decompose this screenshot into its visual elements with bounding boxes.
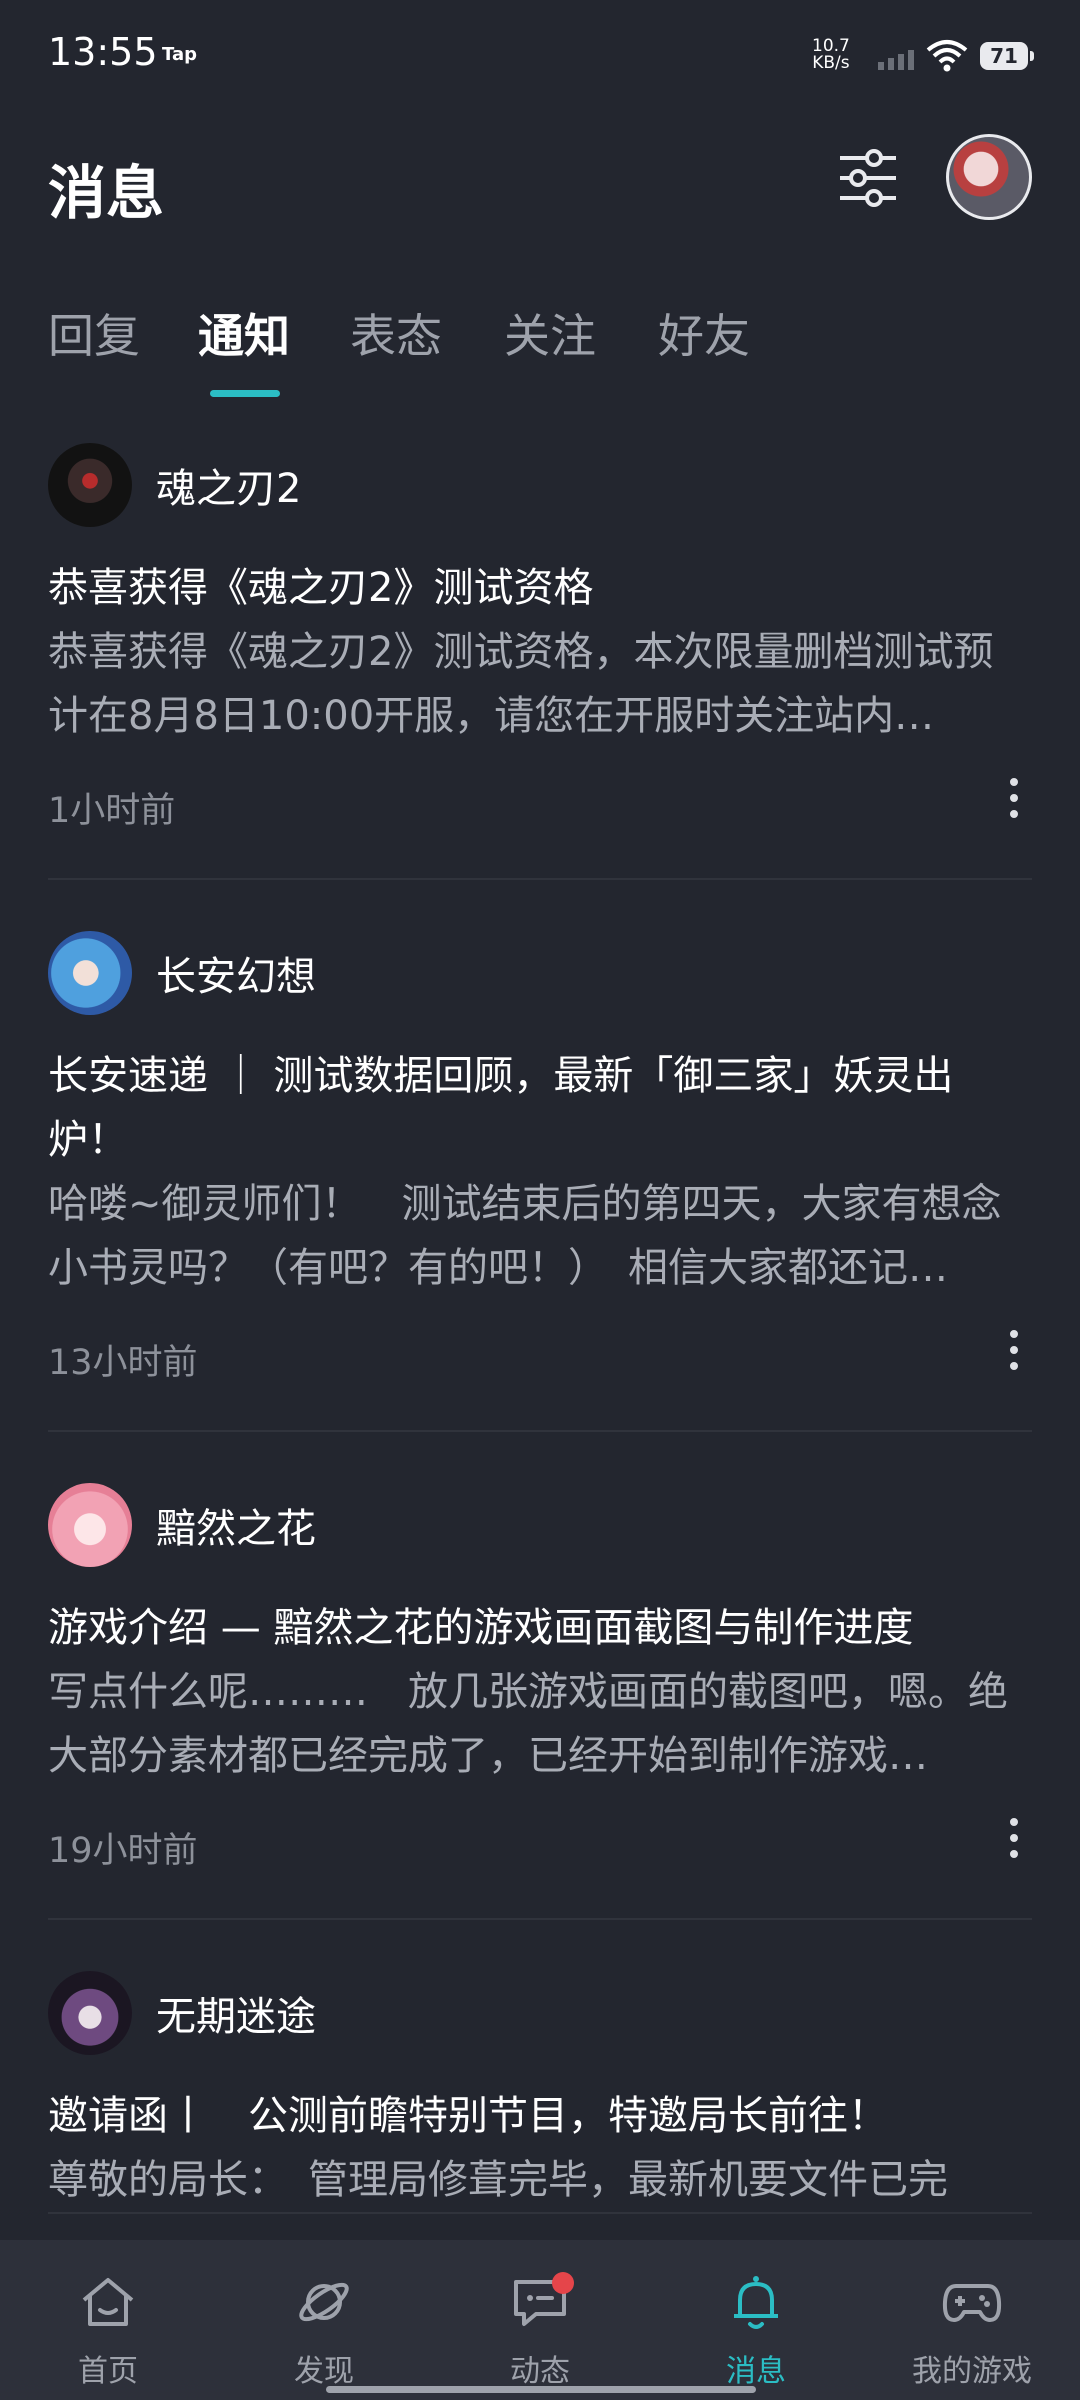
notification-title: 恭喜获得《魂之刃2》测试资格 [48, 565, 594, 611]
nav-label: 我的游戏 [912, 2354, 1032, 2389]
notification-item[interactable]: 黯然之花 游戏介绍 — 黯然之花的游戏画面截图与制作进度 写点什么呢……… 放几… [48, 1470, 1032, 1920]
nav-feed[interactable]: 动态 [432, 2240, 648, 2400]
notification-excerpt: 写点什么呢……… 放几张游戏画面的截图吧，嗯。绝大部分素材都已经完成了，已经开始… [48, 1669, 1008, 1779]
more-options-icon[interactable] [1004, 1818, 1024, 1868]
home-icon [82, 2278, 134, 2326]
nav-label: 消息 [726, 2354, 786, 2389]
nav-home[interactable]: 首页 [0, 2240, 216, 2400]
more-options-icon[interactable] [1004, 1330, 1024, 1380]
wifi-icon [926, 40, 968, 72]
active-tab-indicator [210, 390, 280, 397]
notification-list: 魂之刃2 恭喜获得《魂之刃2》测试资格 恭喜获得《魂之刃2》测试资格，本次限量删… [48, 430, 1032, 2240]
nav-label: 发现 [294, 2354, 354, 2389]
bottom-nav: 首页 发现 动态 消息 我的游戏 [0, 2240, 1080, 2400]
home-indicator[interactable] [326, 2386, 756, 2393]
tab-reactions[interactable]: 表态 [350, 300, 442, 366]
sender-name[interactable]: 魂之刃2 [156, 456, 301, 514]
notification-time: 13小时前 [48, 1343, 198, 1383]
battery-indicator: 71 [980, 42, 1034, 70]
notification-excerpt: 哈喽~御灵师们！ 测试结束后的第四天，大家有想念小书灵吗？（有吧？有的吧！） 相… [48, 1181, 1002, 1291]
tab-friends[interactable]: 好友 [658, 300, 750, 366]
net-speed-unit: KB/s [812, 53, 850, 73]
user-avatar[interactable] [946, 134, 1032, 220]
notification-badge [552, 2272, 574, 2294]
notification-item[interactable]: 无期迷途 邀请函丨 公测前瞻特别节目，特邀局长前往！ 尊敬的局长： 管理局修葺完… [48, 1958, 1032, 2214]
notification-excerpt: 恭喜获得《魂之刃2》测试资格，本次限量删档测试预计在8月8日10:00开服，请您… [48, 629, 994, 739]
sender-avatar[interactable] [48, 443, 132, 527]
nav-messages[interactable]: 消息 [648, 2240, 864, 2400]
notification-excerpt: 尊敬的局长： 管理局修葺完毕，最新机要文件已完 [48, 2157, 948, 2203]
signal-icon [878, 50, 914, 70]
tab-follows[interactable]: 关注 [504, 300, 596, 366]
notification-time: 19小时前 [48, 1831, 198, 1871]
sender-name[interactable]: 无期迷途 [156, 1984, 316, 2042]
app-tag: Tap [162, 44, 197, 65]
nav-my-games[interactable]: 我的游戏 [864, 2240, 1080, 2400]
more-options-icon[interactable] [1004, 778, 1024, 828]
gamepad-icon [942, 2284, 1002, 2322]
nav-discover[interactable]: 发现 [216, 2240, 432, 2400]
notification-time: 1小时前 [48, 791, 176, 831]
page-title: 消息 [48, 159, 165, 227]
nav-label: 首页 [78, 2354, 138, 2389]
sender-avatar[interactable] [48, 1483, 132, 1567]
sender-avatar[interactable] [48, 1971, 132, 2055]
planet-icon [299, 2282, 349, 2322]
bell-icon [734, 2276, 778, 2329]
notification-title: 长安速递 ｜ 测试数据回顾，最新「御三家」妖灵出炉！ [48, 1053, 954, 1163]
status-time: 13:55 [48, 30, 158, 74]
tab-replies[interactable]: 回复 [48, 300, 140, 366]
sender-avatar[interactable] [48, 931, 132, 1015]
net-speed: 10.7 KB/s [812, 38, 850, 72]
sender-name[interactable]: 黯然之花 [156, 1496, 316, 1554]
notification-title: 游戏介绍 — 黯然之花的游戏画面截图与制作进度 [48, 1605, 914, 1651]
tab-notifications[interactable]: 通知 [198, 300, 290, 366]
notification-item[interactable]: 魂之刃2 恭喜获得《魂之刃2》测试资格 恭喜获得《魂之刃2》测试资格，本次限量删… [48, 430, 1032, 880]
notification-item[interactable]: 长安幻想 长安速递 ｜ 测试数据回顾，最新「御三家」妖灵出炉！ 哈喽~御灵师们！… [48, 918, 1032, 1432]
sender-name[interactable]: 长安幻想 [156, 944, 316, 1002]
notification-title: 邀请函丨 公测前瞻特别节目，特邀局长前往！ [48, 2093, 888, 2139]
nav-label: 动态 [510, 2354, 570, 2389]
filter-settings-icon[interactable] [836, 146, 900, 210]
status-bar: 13:55 Tap 10.7 KB/s 71 [0, 0, 1080, 110]
